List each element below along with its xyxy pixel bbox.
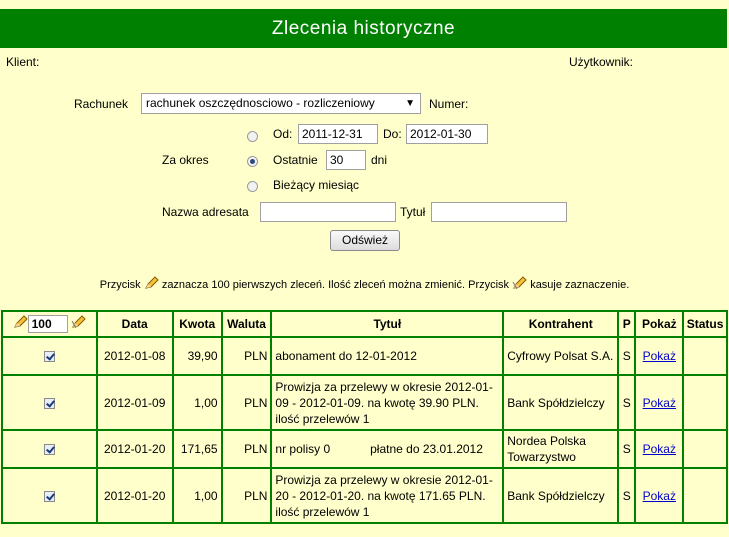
cell-amount: 39,90 [171,336,223,376]
column-header-title: Tytuł [270,310,505,338]
payee-label: Nazwa adresata [162,205,249,219]
cell-amount: 1,00 [171,467,223,524]
cell-amount: 1,00 [171,374,223,431]
cell-amount: 171,65 [171,429,223,469]
pencil-clear-icon[interactable] [71,315,86,329]
account-label: Rachunek [74,97,129,111]
row-checkbox[interactable] [43,397,55,409]
radio-current-month[interactable] [247,181,258,192]
chevron-down-icon: ▼ [405,98,415,109]
row-checkbox-cell [1,374,98,431]
pencil-clear-icon [512,276,527,290]
account-select[interactable]: rachunek oszczędnosciowo - rozliczeniowy… [141,93,421,114]
table-row: 2012-01-20 1,00 PLN Prowizja za przelewy… [1,467,728,524]
cell-show: Pokaż [634,374,685,431]
row-checkbox-cell [1,467,98,524]
last-label: Ostatnie [273,153,318,167]
cell-show: Pokaż [634,429,685,469]
column-header-show: Pokaż [634,310,685,338]
select-column-header: 100 [1,310,98,338]
row-checkbox[interactable] [43,351,55,363]
title-field[interactable] [431,202,567,222]
cell-title: Prowizja za przelewy w okresie 2012-01-0… [270,374,505,431]
help-note: Przycisk zaznacza 100 pierwszych zleceń.… [0,276,729,291]
cell-status [682,374,728,431]
cell-p: S [617,467,637,524]
pencil-select-icon [144,276,159,290]
show-link[interactable]: Pokaż [643,396,676,410]
last-days-field[interactable]: 30 [326,150,366,170]
title-label: Tytuł [400,205,426,219]
row-checkbox-cell [1,336,98,376]
column-header-p: P [617,310,637,338]
cell-show: Pokaż [634,467,685,524]
column-header-currency: Waluta [220,310,273,338]
client-label: Klient: [6,55,40,69]
table-header-row: 100 Data Kwota Waluta Tytuł Kontrahent P… [1,310,728,338]
column-header-date: Data [95,310,174,338]
select-count-input[interactable]: 100 [27,315,68,333]
number-label: Numer: [429,97,469,111]
payee-field[interactable] [260,202,396,222]
row-checkbox-cell [1,429,98,469]
cell-date: 2012-01-20 [95,467,174,524]
row-checkbox[interactable] [43,444,55,456]
to-date-field[interactable]: 2012-01-30 [406,124,488,144]
table-row: 2012-01-20 171,65 PLN nr polisy 0 płatne… [1,429,728,469]
account-select-value: rachunek oszczędnosciowo - rozliczeniowy [146,96,375,110]
note-text-2: zaznacza 100 pierwszych zleceń. Ilość zl… [161,279,510,291]
note-text-3: kasuje zaznaczenie. [530,279,630,291]
cell-date: 2012-01-20 [95,429,174,469]
cell-status [682,429,728,469]
cell-status [682,467,728,524]
table-row: 2012-01-08 39,90 PLN abonament do 12-01-… [1,336,728,376]
days-label: dni [371,153,388,167]
cell-p: S [617,429,637,469]
cell-date: 2012-01-08 [95,336,174,376]
row-checkbox[interactable] [43,490,55,502]
column-header-counterparty: Kontrahent [502,310,620,338]
cell-currency: PLN [220,374,273,431]
show-link[interactable]: Pokaż [643,442,676,456]
cell-date: 2012-01-09 [95,374,174,431]
column-header-status: Status [682,310,728,338]
cell-currency: PLN [220,336,273,376]
table-row: 2012-01-09 1,00 PLN Prowizja za przelewy… [1,374,728,431]
cell-currency: PLN [220,467,273,524]
user-label: Użytkownik: [569,55,634,69]
cell-counterparty: Cyfrowy Polsat S.A. [502,336,620,376]
to-label: Do: [383,127,402,141]
cell-currency: PLN [220,429,273,469]
radio-date-range[interactable] [247,131,258,142]
cell-title: Prowizja za przelewy w okresie 2012-01-2… [270,467,505,524]
cell-title: abonament do 12-01-2012 [270,336,505,376]
cell-title: nr polisy 0 płatne do 23.01.2012 [270,429,505,469]
refresh-button[interactable]: Odśwież [330,230,400,251]
cell-counterparty: Nordea Polska Towarzystwo [502,429,620,469]
show-link[interactable]: Pokaż [643,349,676,363]
orders-table: 100 Data Kwota Waluta Tytuł Kontrahent P… [1,310,728,524]
cell-p: S [617,336,637,376]
column-header-amount: Kwota [171,310,223,338]
cell-show: Pokaż [634,336,685,376]
page-title: Zlecenia historyczne [0,9,727,48]
cell-p: S [617,374,637,431]
show-link[interactable]: Pokaż [643,489,676,503]
cell-counterparty: Bank Spółdzielczy [502,374,620,431]
current-month-label: Bieżący miesiąc [273,178,360,192]
from-date-field[interactable]: 2011-12-31 [298,124,378,144]
period-label: Za okres [162,153,209,167]
note-text-1: Przycisk [99,279,141,291]
from-label: Od: [273,127,293,141]
pencil-select-icon[interactable] [13,315,28,329]
radio-last-days[interactable] [247,156,258,167]
cell-status [682,336,728,376]
cell-counterparty: Bank Spółdzielczy [502,467,620,524]
